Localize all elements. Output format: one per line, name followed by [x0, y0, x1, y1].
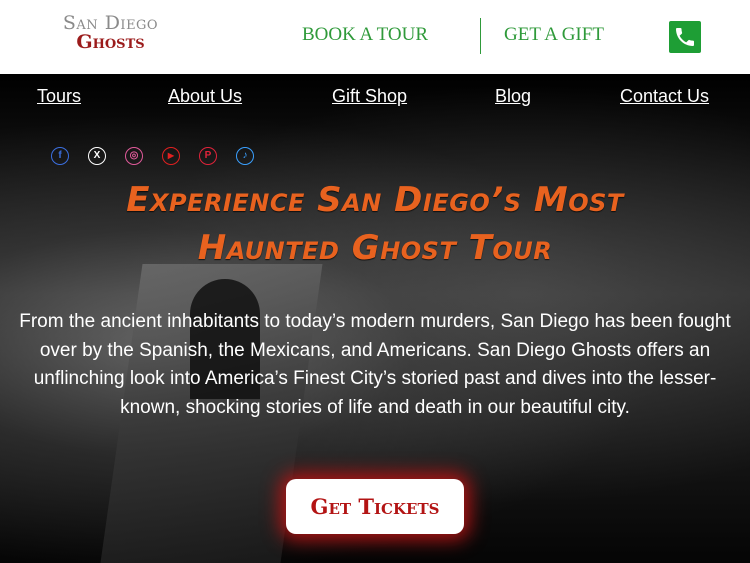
nav-item-contact-us[interactable]: Contact Us: [620, 86, 709, 107]
hero-headline-line-2: Haunted Ghost Tour: [197, 228, 553, 268]
hero-headline-line-1: Experience San Diego’s Most: [126, 180, 624, 220]
header-divider: [480, 18, 481, 54]
phone-icon: [676, 28, 694, 46]
x-twitter-icon[interactable]: X: [88, 147, 106, 165]
phone-button[interactable]: [669, 21, 701, 53]
site-logo[interactable]: San Diego Ghosts: [48, 14, 173, 58]
facebook-icon[interactable]: f: [51, 147, 69, 165]
youtube-icon[interactable]: ▶: [162, 147, 180, 165]
tiktok-icon[interactable]: ♪: [236, 147, 254, 165]
logo-line-2: Ghosts: [76, 31, 145, 53]
hero-description: From the ancient inhabitants to today’s …: [19, 311, 731, 418]
nav-item-gift-shop[interactable]: Gift Shop: [332, 86, 407, 107]
instagram-icon[interactable]: ◎: [125, 147, 143, 165]
book-a-tour-link[interactable]: BOOK A TOUR: [302, 24, 428, 46]
get-a-gift-link[interactable]: GET A GIFT: [504, 24, 604, 46]
social-links: f X ◎ ▶ P ♪: [51, 147, 254, 165]
nav-item-tours[interactable]: Tours: [37, 86, 81, 107]
get-tickets-button[interactable]: Get Tickets: [286, 479, 464, 534]
hero-headline: Experience San Diego’s Most Haunted Ghos…: [0, 176, 750, 272]
pinterest-icon[interactable]: P: [199, 147, 217, 165]
top-header: San Diego Ghosts BOOK A TOUR GET A GIFT: [0, 0, 750, 74]
main-nav: Tours About Us Gift Shop Blog Contact Us: [0, 74, 750, 120]
nav-item-blog[interactable]: Blog: [495, 86, 531, 107]
nav-item-about-us[interactable]: About Us: [168, 86, 242, 107]
